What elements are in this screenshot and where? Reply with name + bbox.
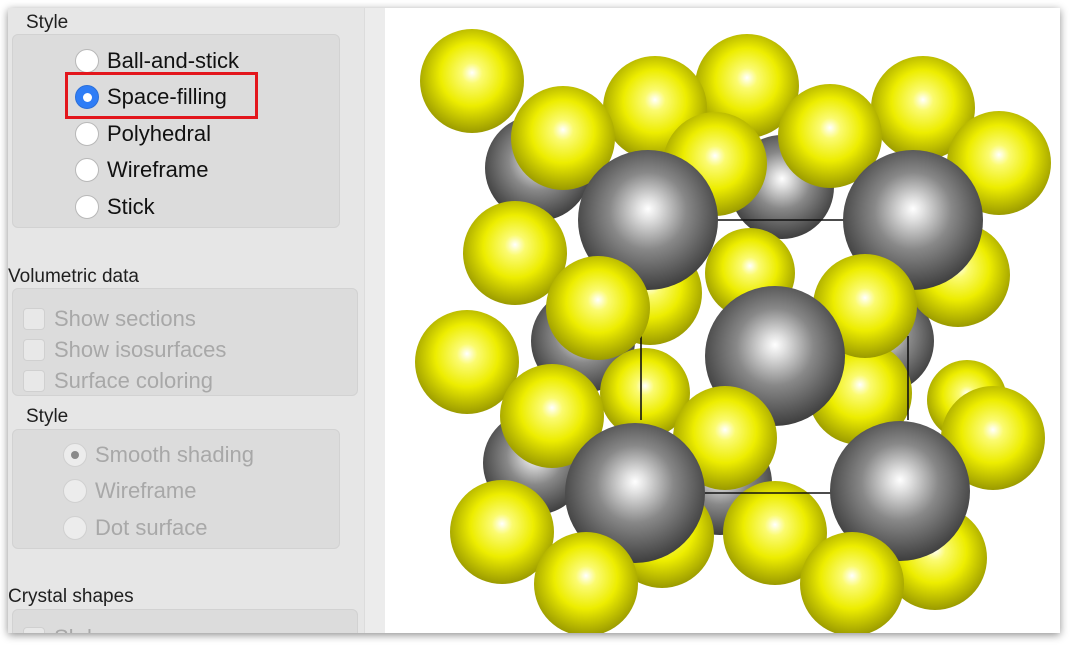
structure-viewer[interactable] bbox=[385, 8, 1060, 633]
sulfur-atom bbox=[546, 256, 650, 360]
window: Style Ball-and-stick Space-filling Polyh… bbox=[8, 8, 1060, 633]
checkbox-icon[interactable] bbox=[23, 339, 45, 361]
checkbox-label: Show sections bbox=[54, 306, 196, 331]
radio-button-icon[interactable] bbox=[63, 516, 87, 540]
checkbox-label: Surface coloring bbox=[54, 368, 213, 393]
checkbox-icon[interactable] bbox=[23, 308, 45, 330]
radio-label: Stick bbox=[107, 194, 155, 219]
radio-button-icon[interactable] bbox=[63, 479, 87, 503]
radio-button-selected-icon[interactable] bbox=[63, 443, 87, 467]
radio-wireframe[interactable]: Wireframe bbox=[75, 157, 208, 183]
checkbox-surface-coloring[interactable]: Surface coloring bbox=[23, 368, 213, 394]
radio-label: Smooth shading bbox=[95, 442, 254, 467]
radio-label: Dot surface bbox=[95, 515, 208, 540]
style-section-label: Style bbox=[26, 12, 69, 33]
checkbox-show-isosurfaces[interactable]: Show isosurfaces bbox=[23, 337, 226, 363]
checkbox-icon[interactable] bbox=[23, 370, 45, 392]
radio-button-icon[interactable] bbox=[75, 158, 99, 182]
sulfur-atom bbox=[420, 29, 524, 133]
crystal-shapes-label: Crystal shapes bbox=[8, 586, 134, 607]
radio-polyhedral[interactable]: Polyhedral bbox=[75, 121, 211, 147]
sulfur-atom bbox=[534, 532, 638, 633]
radio-button-icon[interactable] bbox=[75, 49, 99, 73]
volumetric-section-label: Volumetric data bbox=[8, 266, 139, 287]
radio-label: Ball-and-stick bbox=[107, 48, 240, 73]
volumetric-style-label: Style bbox=[26, 406, 69, 427]
radio-smooth-shading[interactable]: Smooth shading bbox=[63, 442, 254, 468]
checkbox-label: Sh l bbox=[54, 625, 92, 633]
radio-button-icon[interactable] bbox=[75, 122, 99, 146]
radio-label: Polyhedral bbox=[107, 121, 211, 146]
radio-label: Wireframe bbox=[95, 478, 197, 503]
radio-button-icon[interactable] bbox=[75, 195, 99, 219]
checkbox-label: Show isosurfaces bbox=[54, 337, 227, 362]
sulfur-atom bbox=[800, 532, 904, 633]
radio-ball-and-stick[interactable]: Ball-and-stick bbox=[75, 48, 239, 74]
checkbox-show-sections[interactable]: Show sections bbox=[23, 306, 196, 332]
sidebar: Style Ball-and-stick Space-filling Polyh… bbox=[8, 8, 386, 633]
radio-dot-surface[interactable]: Dot surface bbox=[63, 515, 208, 541]
sidebar-scrollbar[interactable] bbox=[364, 8, 386, 633]
checkbox-crystal-partial[interactable]: Sh l bbox=[23, 625, 92, 633]
radio-vol-wireframe[interactable]: Wireframe bbox=[63, 478, 196, 504]
radio-stick[interactable]: Stick bbox=[75, 194, 155, 220]
radio-label: Wireframe bbox=[107, 157, 209, 182]
crystal-structure-render[interactable] bbox=[385, 8, 1060, 633]
highlight-box bbox=[65, 72, 258, 119]
checkbox-icon[interactable] bbox=[23, 627, 45, 633]
